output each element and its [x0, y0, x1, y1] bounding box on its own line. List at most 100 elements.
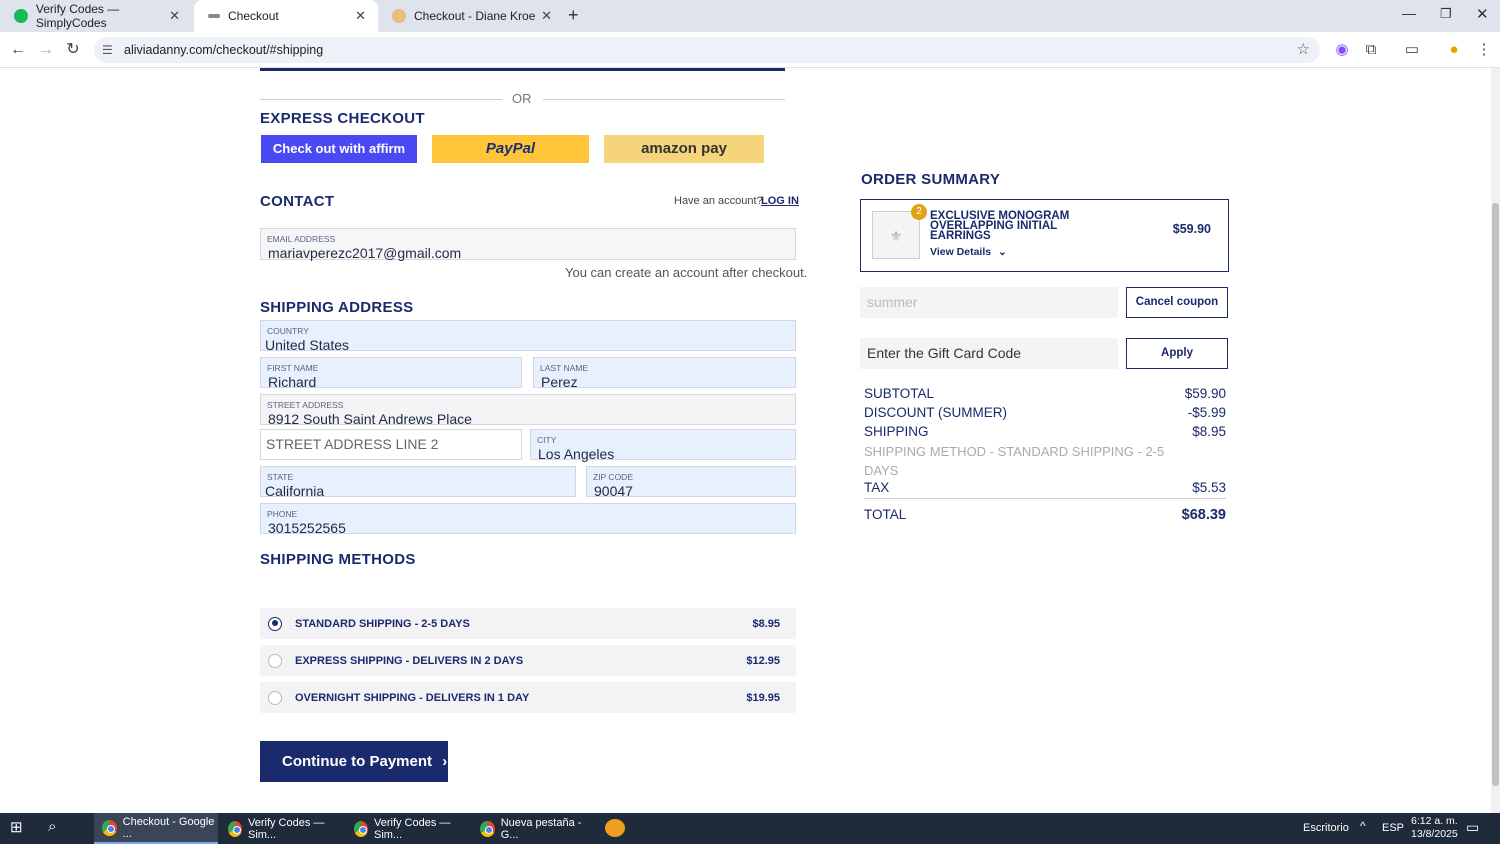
- taskbar-item-new-tab[interactable]: Nueva pestaña - G...: [478, 813, 594, 844]
- state-label: STATE: [267, 472, 294, 482]
- site-info-icon[interactable]: ☰: [102, 37, 113, 63]
- country-select[interactable]: COUNTRY United States: [260, 320, 796, 353]
- country-value: United States: [265, 337, 350, 353]
- city-field[interactable]: CITY Los Angeles: [530, 429, 796, 462]
- clock[interactable]: 6:12 a. m. 13/8/2025: [1411, 815, 1458, 841]
- tab-verify-codes[interactable]: Verify Codes — SimplyCodes ✕: [0, 0, 192, 32]
- state-select[interactable]: STATE California: [260, 466, 576, 499]
- scrollbar-thumb[interactable]: [1492, 203, 1499, 786]
- restore-icon[interactable]: ❐: [1440, 6, 1452, 22]
- or-divider-right: [543, 99, 785, 100]
- first-name-label: FIRST NAME: [267, 363, 319, 373]
- gift-card-input[interactable]: Enter the Gift Card Code: [860, 338, 1118, 369]
- forward-icon[interactable]: →: [36, 40, 56, 60]
- street-address-2-field[interactable]: STREET ADDRESS LINE 2: [260, 429, 522, 460]
- view-details-label: View Details: [930, 246, 992, 258]
- taskbar-item-label: Checkout - Google ...: [122, 815, 215, 840]
- radio-icon[interactable]: [268, 690, 282, 705]
- quantity-badge: 2: [911, 204, 927, 220]
- tab-checkout[interactable]: Checkout ✕: [194, 0, 378, 32]
- state-value: California: [265, 483, 325, 499]
- street-address-value: 8912 South Saint Andrews Place: [268, 411, 472, 427]
- extensions-puzzle-icon[interactable]: ⧉: [1361, 40, 1381, 60]
- email-value: mariavperezc2017@gmail.com: [268, 245, 462, 261]
- login-link[interactable]: LOG IN: [761, 195, 799, 207]
- minimize-icon[interactable]: —: [1402, 5, 1416, 21]
- last-name-field[interactable]: LAST NAME Perez: [533, 357, 796, 390]
- email-field[interactable]: EMAIL ADDRESS mariavperezc2017@gmail.com: [260, 228, 796, 261]
- total-value: $68.39: [1181, 507, 1226, 523]
- tab-search-icon[interactable]: ▭: [1402, 40, 1422, 60]
- close-tab-icon[interactable]: ✕: [541, 8, 552, 24]
- affirm-button[interactable]: Check out with affirm: [261, 135, 417, 163]
- view-details-toggle[interactable]: View Details ⌄: [930, 246, 1007, 258]
- app-icon[interactable]: [605, 819, 625, 837]
- first-name-field[interactable]: FIRST NAME Richard: [260, 357, 522, 390]
- language-indicator[interactable]: ESP: [1382, 822, 1404, 834]
- shipping-label: SHIPPING: [864, 424, 929, 439]
- profile-icon[interactable]: ●: [1444, 40, 1464, 60]
- shipping-option-express[interactable]: EXPRESS SHIPPING - DELIVERS IN 2 DAYS $1…: [260, 645, 796, 676]
- shipping-method-note: SHIPPING METHOD - STANDARD SHIPPING - 2-…: [864, 444, 1165, 478]
- street-address-label: STREET ADDRESS: [267, 400, 344, 410]
- shipping-option-overnight[interactable]: OVERNIGHT SHIPPING - DELIVERS IN 1 DAY $…: [260, 682, 796, 713]
- express-checkout-heading: EXPRESS CHECKOUT: [260, 110, 425, 127]
- chevron-right-icon: ›: [442, 753, 448, 770]
- total-label: TOTAL: [864, 507, 907, 522]
- product-thumbnail[interactable]: ⚜: [872, 211, 920, 259]
- notifications-icon[interactable]: ▭: [1466, 819, 1479, 836]
- url-input[interactable]: ☰ aliviadanny.com/checkout/#shipping ☆: [94, 37, 1320, 63]
- taskbar-item-verify-codes-2[interactable]: Verify Codes — Sim...: [352, 813, 468, 844]
- zip-code-label: ZIP CODE: [593, 472, 633, 482]
- reload-icon[interactable]: ↻: [63, 40, 83, 60]
- discount-value: -$5.99: [1187, 405, 1226, 420]
- windows-start-icon[interactable]: ⊞: [10, 818, 23, 836]
- cancel-coupon-button[interactable]: Cancel coupon: [1126, 287, 1228, 318]
- new-tab-icon[interactable]: +: [568, 5, 579, 26]
- last-name-value: Perez: [541, 374, 578, 390]
- loading-favicon-icon: [208, 14, 220, 18]
- taskbar-item-label: Verify Codes — Sim...: [247, 816, 325, 841]
- back-icon[interactable]: ←: [8, 40, 28, 60]
- taskbar-item-label: Verify Codes — Sim...: [373, 816, 451, 841]
- coupon-input[interactable]: summer: [860, 287, 1118, 318]
- paypal-button[interactable]: PayPal: [432, 135, 589, 163]
- radio-icon[interactable]: [268, 653, 282, 668]
- discount-row: DISCOUNT (SUMMER) -$5.99: [864, 405, 1226, 420]
- desktop-label[interactable]: Escritorio: [1303, 822, 1349, 834]
- have-account-text: Have an account?: [674, 195, 763, 207]
- zip-code-field[interactable]: ZIP CODE 90047: [586, 466, 796, 499]
- subtotal-value: $59.90: [1184, 386, 1226, 401]
- tray-chevron-icon[interactable]: ^: [1360, 819, 1366, 833]
- divider-line: [260, 68, 785, 71]
- phone-value: 3015252565: [268, 520, 346, 536]
- clock-date: 13/8/2025: [1411, 828, 1458, 840]
- diane-kroe-favicon-icon: [392, 9, 406, 23]
- discount-label: DISCOUNT (SUMMER): [864, 405, 1007, 420]
- search-icon[interactable]: ⌕: [48, 818, 56, 835]
- apply-gift-card-button[interactable]: Apply: [1126, 338, 1228, 369]
- bookmark-star-icon[interactable]: ☆: [1297, 37, 1310, 63]
- taskbar-item-verify-codes-1[interactable]: Verify Codes — Sim...: [226, 813, 342, 844]
- tab-title: Checkout - Diane Kroe: [414, 9, 536, 23]
- city-label: CITY: [537, 435, 557, 445]
- continue-to-payment-button[interactable]: Continue to Payment ›: [260, 741, 448, 782]
- summary-divider: [864, 498, 1226, 499]
- phone-field[interactable]: PHONE 3015252565: [260, 503, 796, 536]
- street-address-field[interactable]: STREET ADDRESS 8912 South Saint Andrews …: [260, 394, 796, 427]
- menu-icon[interactable]: ⋮: [1474, 40, 1494, 60]
- shipping-option-price: $19.95: [746, 691, 780, 704]
- tab-checkout-diane-kroe[interactable]: Checkout - Diane Kroe ✕: [378, 0, 564, 32]
- close-tab-icon[interactable]: ✕: [169, 8, 180, 24]
- close-tab-icon[interactable]: ✕: [355, 8, 366, 24]
- taskbar-item-checkout[interactable]: Checkout - Google ...: [94, 813, 218, 844]
- shipping-option-standard[interactable]: STANDARD SHIPPING - 2-5 DAYS $8.95: [260, 608, 796, 639]
- close-window-icon[interactable]: ✕: [1476, 5, 1489, 23]
- radio-selected-icon[interactable]: [268, 616, 282, 631]
- amazon-pay-button[interactable]: amazon pay: [604, 135, 764, 163]
- subtotal-row: SUBTOTAL $59.90: [864, 386, 1226, 401]
- chrome-icon: [228, 820, 242, 837]
- or-divider-left: [260, 99, 502, 100]
- extension-icon[interactable]: ◉: [1332, 40, 1352, 60]
- shipping-option-name: EXPRESS SHIPPING - DELIVERS IN 2 DAYS: [295, 654, 524, 667]
